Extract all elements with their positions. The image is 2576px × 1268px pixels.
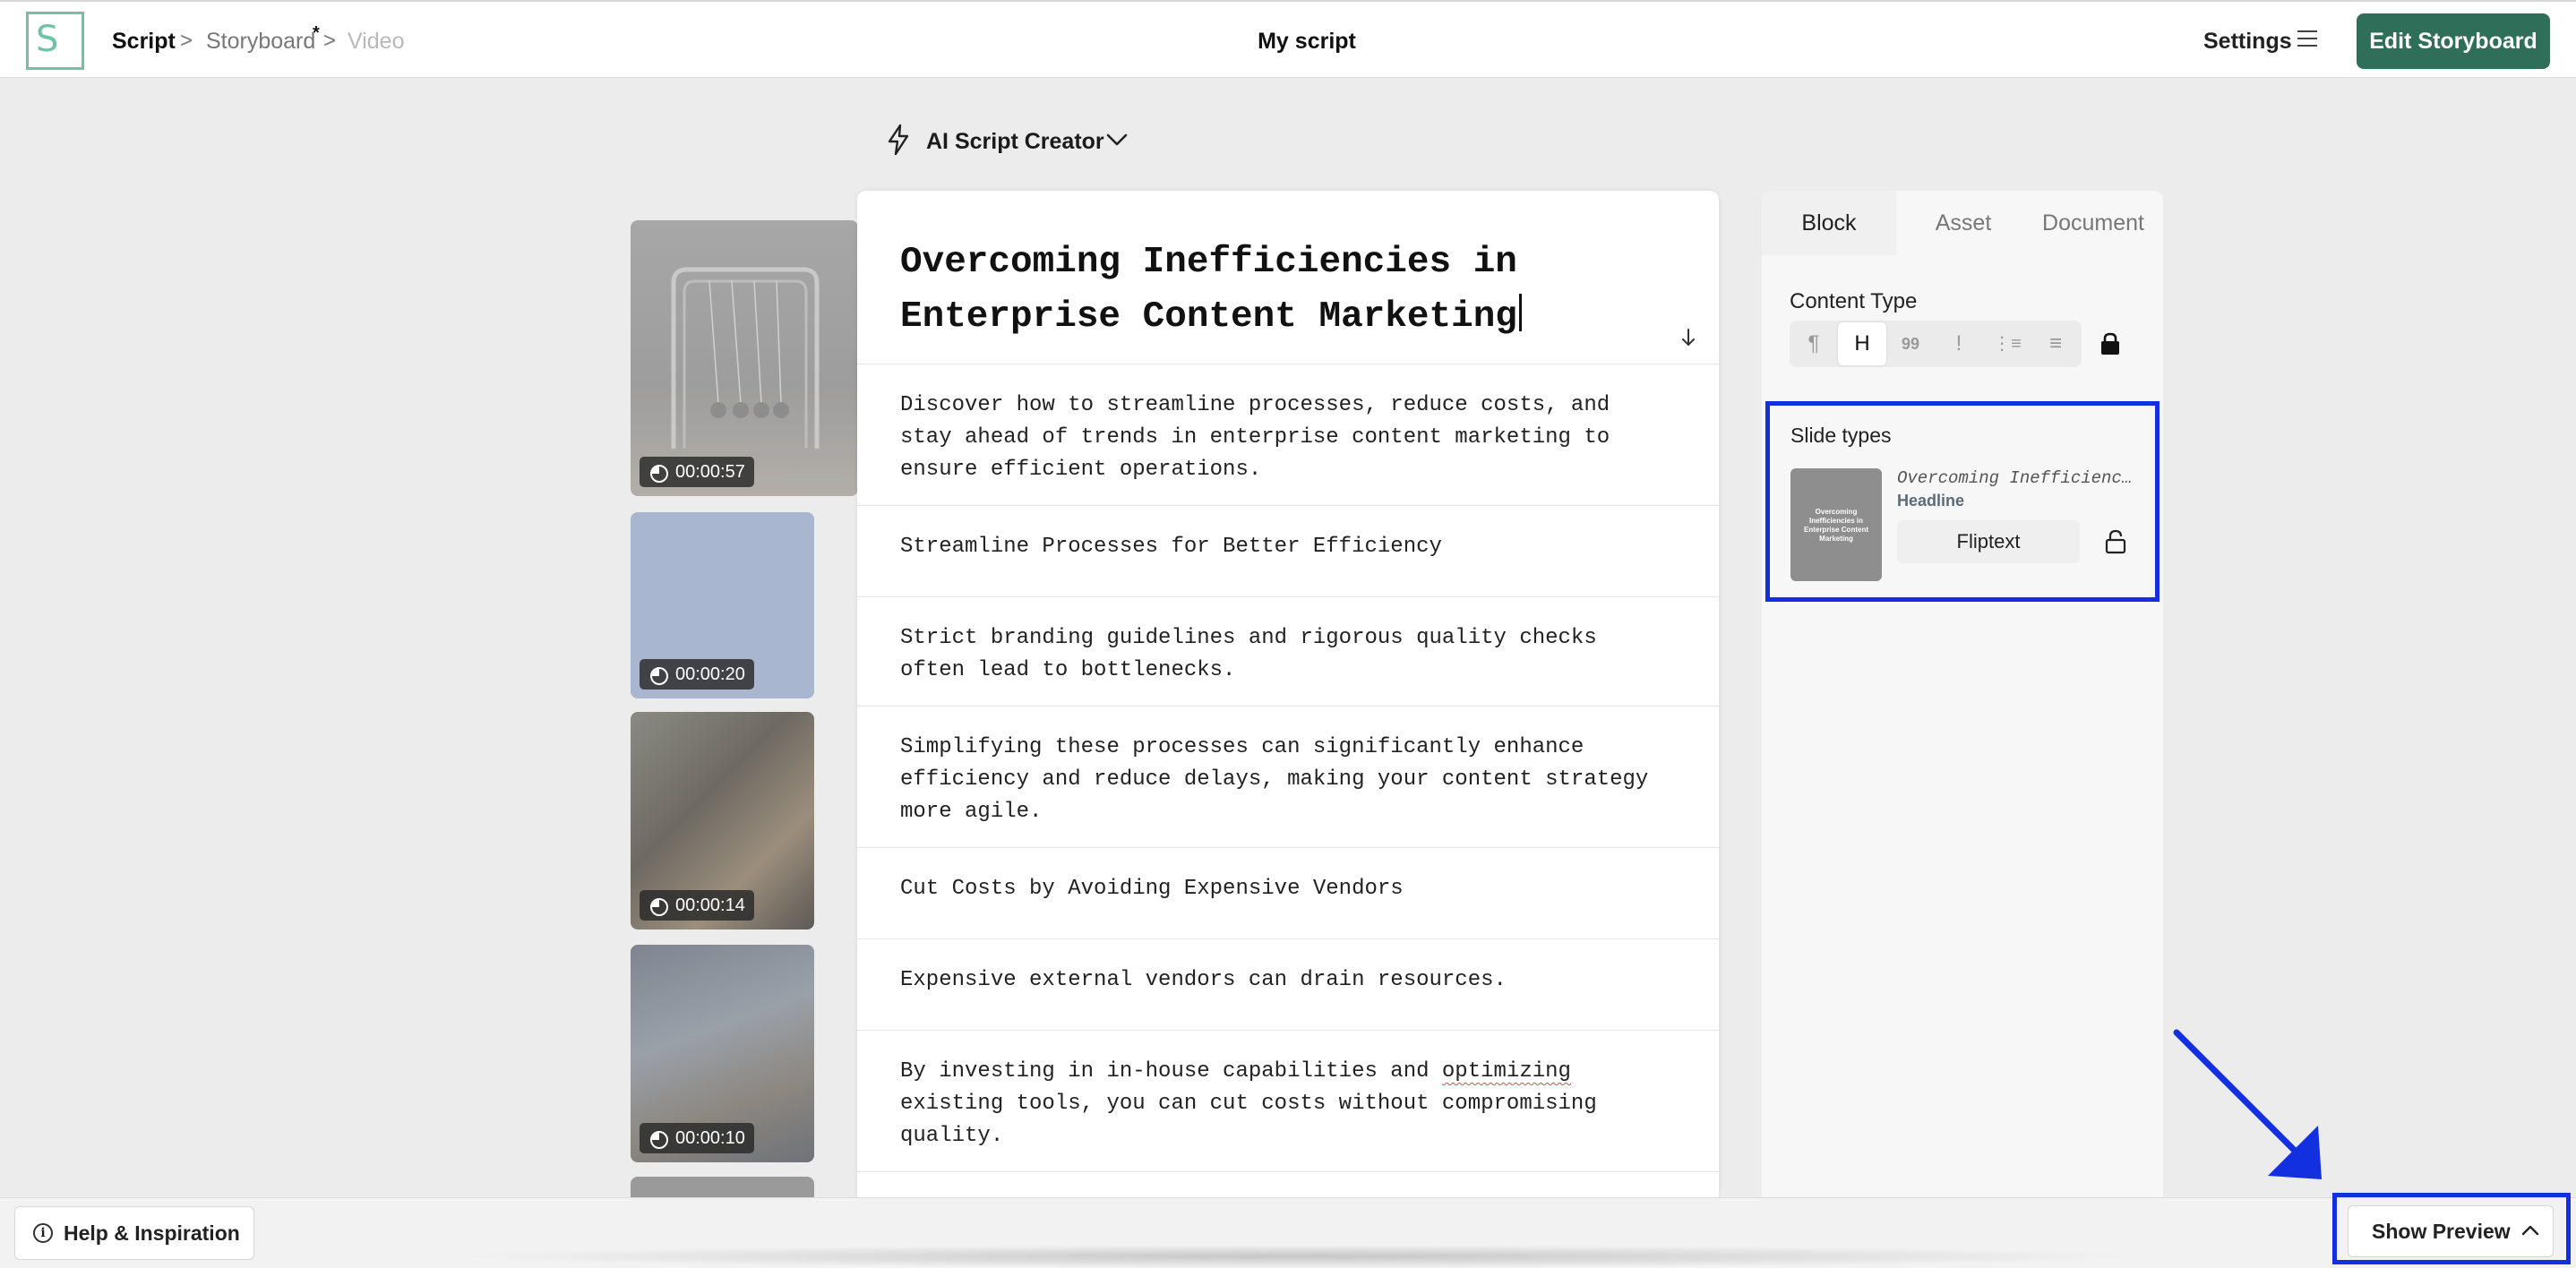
slide-name: Overcoming Inefficiencies in Enterprise … <box>1897 468 2139 488</box>
tab-asset[interactable]: Asset <box>1896 191 2031 255</box>
lightning-icon <box>888 124 909 156</box>
script-title[interactable]: Overcoming Inefficiencies in Enterprise … <box>900 236 1635 345</box>
edit-storyboard-button[interactable]: Edit Storyboard <box>2357 13 2550 69</box>
slide-layout-button[interactable]: Fliptext <box>1897 520 2080 563</box>
chevron-down-icon <box>1106 133 1128 146</box>
bullet-list-icon[interactable]: ≡ <box>2031 321 2080 367</box>
content-type-label: Content Type <box>1790 289 1918 313</box>
paragraph-icon[interactable]: ¶ <box>1790 321 1838 367</box>
annotation-arrow <box>2173 1029 2322 1179</box>
slide-preview-text: Overcoming Inefficiencies in Enterprise … <box>1803 508 1868 543</box>
heading-icon[interactable]: H <box>1838 322 1886 365</box>
breadcrumb-script[interactable]: Script <box>112 29 176 55</box>
tab-block[interactable]: Block <box>1762 191 1896 255</box>
logo-underscore: _ <box>59 33 75 70</box>
scene-duration: 00:00:20 <box>640 659 754 690</box>
settings-button[interactable]: Settings <box>2203 29 2292 55</box>
script-block[interactable]: Cut Costs by Avoiding Expensive Vendors <box>857 847 1719 938</box>
chevron-up-icon <box>2521 1225 2539 1236</box>
page-title[interactable]: My script <box>1164 29 1449 55</box>
block-text[interactable]: Streamline Processes for Better Efficien… <box>900 531 1670 563</box>
slide-kind: Headline <box>1897 492 1965 510</box>
show-preview-button[interactable]: Show Preview <box>2348 1205 2554 1257</box>
script-block[interactable]: By investing in in-house capabilities an… <box>857 1030 1719 1171</box>
help-inspiration-button[interactable]: i Help & Inspiration <box>14 1206 254 1260</box>
spellcheck-flagged-word[interactable]: optimizing <box>1442 1059 1571 1084</box>
info-icon: i <box>33 1223 53 1243</box>
scene-thumbnail[interactable]: 00:00:20 <box>631 512 814 698</box>
top-bar: S _ Script > Storyboard * > Video My scr… <box>0 0 2576 78</box>
lock-icon[interactable] <box>2100 332 2120 356</box>
bottom-bar-shadow <box>448 1245 2150 1268</box>
slide-preview-thumbnail[interactable]: Overcoming Inefficiencies in Enterprise … <box>1790 468 1882 581</box>
script-block[interactable]: Expensive external vendors can drain res… <box>857 938 1719 1030</box>
breadcrumb-video: Video <box>348 29 405 54</box>
content-type-selector: ¶ H 99 ! ⋮≡ ≡ <box>1790 321 2082 367</box>
exclamation-icon[interactable]: ! <box>1935 321 1983 367</box>
block-text[interactable]: By investing in in-house capabilities an… <box>900 1056 1670 1152</box>
script-block[interactable]: Simplifying these processes can signific… <box>857 706 1719 847</box>
slide-types-label: Slide types <box>1790 424 1892 447</box>
block-text[interactable]: Simplifying these processes can signific… <box>900 732 1670 828</box>
unlock-icon[interactable] <box>2105 529 2126 554</box>
properties-panel: Block Asset Document Content Type ¶ H 99… <box>1762 191 2163 1197</box>
breadcrumb-separator: > <box>180 29 193 53</box>
scene-duration: 00:00:57 <box>640 457 754 487</box>
tab-document[interactable]: Document <box>2022 191 2165 255</box>
block-text[interactable]: Strict branding guidelines and rigorous … <box>900 622 1670 687</box>
script-block[interactable]: Discover how to streamline processes, re… <box>857 364 1719 505</box>
text-cursor <box>1518 294 1522 331</box>
script-editor[interactable]: Overcoming Inefficiencies in Enterprise … <box>857 191 1719 1197</box>
arrow-down-icon[interactable] <box>1679 327 1697 348</box>
show-preview-label: Show Preview <box>2372 1220 2511 1243</box>
panel-tabs: Block Asset Document <box>1762 191 2163 255</box>
block-text-part: existing tools, you can cut costs withou… <box>900 1092 1597 1148</box>
block-text[interactable]: Discover how to streamline processes, re… <box>900 390 1670 486</box>
scene-thumbnail[interactable]: 00:00:57 <box>631 220 858 496</box>
block-text-part: By investing in in-house capabilities an… <box>900 1059 1442 1084</box>
numbered-list-icon[interactable]: ⋮≡ <box>1983 321 2031 367</box>
newtons-cradle-image <box>671 267 820 449</box>
logo-letter: S <box>36 19 59 60</box>
scene-duration: 00:00:14 <box>640 890 754 921</box>
ai-script-creator-label: AI Script Creator <box>926 129 1104 154</box>
scene-duration: 00:00:10 <box>640 1123 754 1153</box>
scene-thumbnail[interactable]: 00:00:10 <box>631 945 814 1162</box>
slide-types-section: Slide types Overcoming Inefficiencies in… <box>1765 401 2160 602</box>
breadcrumb-storyboard[interactable]: Storyboard <box>206 29 315 55</box>
block-text[interactable]: Expensive external vendors can drain res… <box>900 964 1670 997</box>
unsaved-indicator: * <box>313 23 320 43</box>
menu-icon[interactable] <box>2297 30 2317 48</box>
help-inspiration-label: Help & Inspiration <box>64 1221 240 1245</box>
script-block[interactable]: Strict branding guidelines and rigorous … <box>857 596 1719 706</box>
block-text[interactable]: Cut Costs by Avoiding Expensive Vendors <box>900 873 1670 905</box>
scene-thumbnail[interactable]: 00:00:14 <box>631 712 814 930</box>
script-block[interactable]: Streamline Processes for Better Efficien… <box>857 505 1719 596</box>
breadcrumb-separator: > <box>323 29 337 53</box>
script-title-text: Overcoming Inefficiencies in Enterprise … <box>900 242 1517 338</box>
app-logo[interactable]: S _ <box>26 12 84 70</box>
quote-icon[interactable]: 99 <box>1886 321 1935 367</box>
script-block[interactable] <box>857 1171 1719 1197</box>
